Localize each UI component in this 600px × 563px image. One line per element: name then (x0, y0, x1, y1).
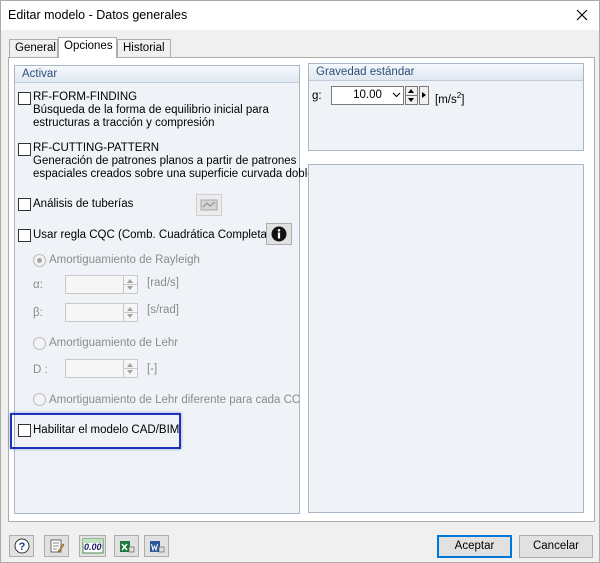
form-finding-label: RF-FORM-FINDING (33, 91, 138, 103)
window-title: Editar modelo - Datos generales (8, 8, 188, 22)
help-button[interactable]: ? (9, 535, 34, 557)
rayleigh-radio[interactable] (33, 254, 46, 267)
help-icon: ? (14, 538, 29, 554)
chevron-right-icon (422, 92, 426, 98)
beta-input[interactable] (65, 303, 138, 322)
cqc-label: Usar regla CQC (Comb. Cuadrática Complet… (33, 229, 271, 241)
svg-text:?: ? (18, 541, 25, 553)
decimal-button[interactable]: 0.00 (79, 535, 106, 557)
gravity-spinner[interactable] (405, 86, 418, 105)
cutting-pattern-label: RF-CUTTING-PATTERN (33, 142, 160, 154)
lehr-label: Amortiguamiento de Lehr (49, 337, 179, 349)
d-input[interactable] (65, 359, 138, 378)
tuberias-label: Análisis de tuberías (33, 198, 134, 210)
excel-export-button[interactable] (114, 535, 139, 557)
d-unit: [-] (147, 363, 158, 375)
lehr-radio[interactable] (33, 337, 46, 350)
form-finding-desc-2: estructuras a tracción y compresión (33, 117, 215, 129)
g-label: g: (312, 90, 322, 102)
close-button[interactable] (571, 4, 593, 26)
edit-button[interactable] (44, 535, 69, 557)
tuberias-checkbox[interactable] (18, 198, 31, 211)
word-export-button[interactable] (144, 535, 169, 557)
empty-panel (308, 164, 584, 513)
form-finding-checkbox[interactable] (18, 92, 31, 105)
cqc-checkbox[interactable] (18, 229, 31, 242)
d-spinner[interactable] (123, 360, 137, 377)
gravity-more-button[interactable] (419, 86, 429, 105)
beta-unit: [s/rad] (147, 304, 179, 316)
cutting-pattern-checkbox[interactable] (18, 143, 31, 156)
rayleigh-label: Amortiguamiento de Rayleigh (49, 254, 200, 266)
lehr-cc-radio[interactable] (33, 393, 46, 406)
title-bar: Editar modelo - Datos generales (1, 1, 599, 30)
beta-spinner[interactable] (123, 304, 137, 321)
cutting-pattern-desc-2: espaciales creados sobre una superficie … (33, 168, 314, 180)
gravity-value-input[interactable]: 10.00 (331, 86, 404, 105)
tab-opciones[interactable]: Opciones (58, 37, 117, 58)
alpha-label: α: (33, 279, 43, 291)
decimal-label: 0.00 (84, 542, 102, 552)
form-finding-desc-1: Búsqueda de la forma de equilibrio inici… (33, 104, 269, 116)
cutting-pattern-desc-1: Generación de patrones planos a partir d… (33, 155, 297, 167)
alpha-input[interactable] (65, 275, 138, 294)
alpha-unit: [rad/s] (147, 277, 179, 289)
word-icon (149, 541, 164, 553)
close-icon (576, 9, 588, 21)
tab-historial[interactable]: Historial (117, 39, 171, 57)
pipe-settings-icon (200, 199, 218, 211)
gravedad-group: Gravedad estándar (308, 63, 584, 151)
edit-icon (50, 539, 64, 553)
beta-label: β: (33, 307, 43, 319)
spin-up-icon[interactable] (408, 89, 414, 93)
alpha-spinner[interactable] (123, 276, 137, 293)
cancel-button[interactable]: Cancelar (519, 535, 593, 558)
pipe-settings-button[interactable] (196, 194, 222, 216)
cqc-info-button[interactable] (266, 223, 292, 245)
tab-general[interactable]: General (9, 39, 58, 57)
dialog-window: Editar modelo - Datos generales General … (0, 0, 600, 563)
cad-bim-checkbox[interactable] (18, 424, 31, 437)
info-icon (271, 226, 287, 242)
excel-icon (119, 541, 134, 553)
lehr-cc-label: Amortiguamiento de Lehr diferente para c… (49, 394, 301, 406)
d-label: D : (33, 364, 48, 376)
gravedad-header: Gravedad estándar (309, 64, 583, 81)
activar-header: Activar (15, 66, 299, 83)
accept-button[interactable]: Aceptar (437, 535, 512, 558)
gravity-unit: [m/s2] (435, 91, 465, 106)
chevron-down-icon[interactable] (392, 90, 401, 99)
spin-down-icon[interactable] (408, 98, 414, 102)
cad-bim-label: Habilitar el modelo CAD/BIM (33, 424, 180, 436)
